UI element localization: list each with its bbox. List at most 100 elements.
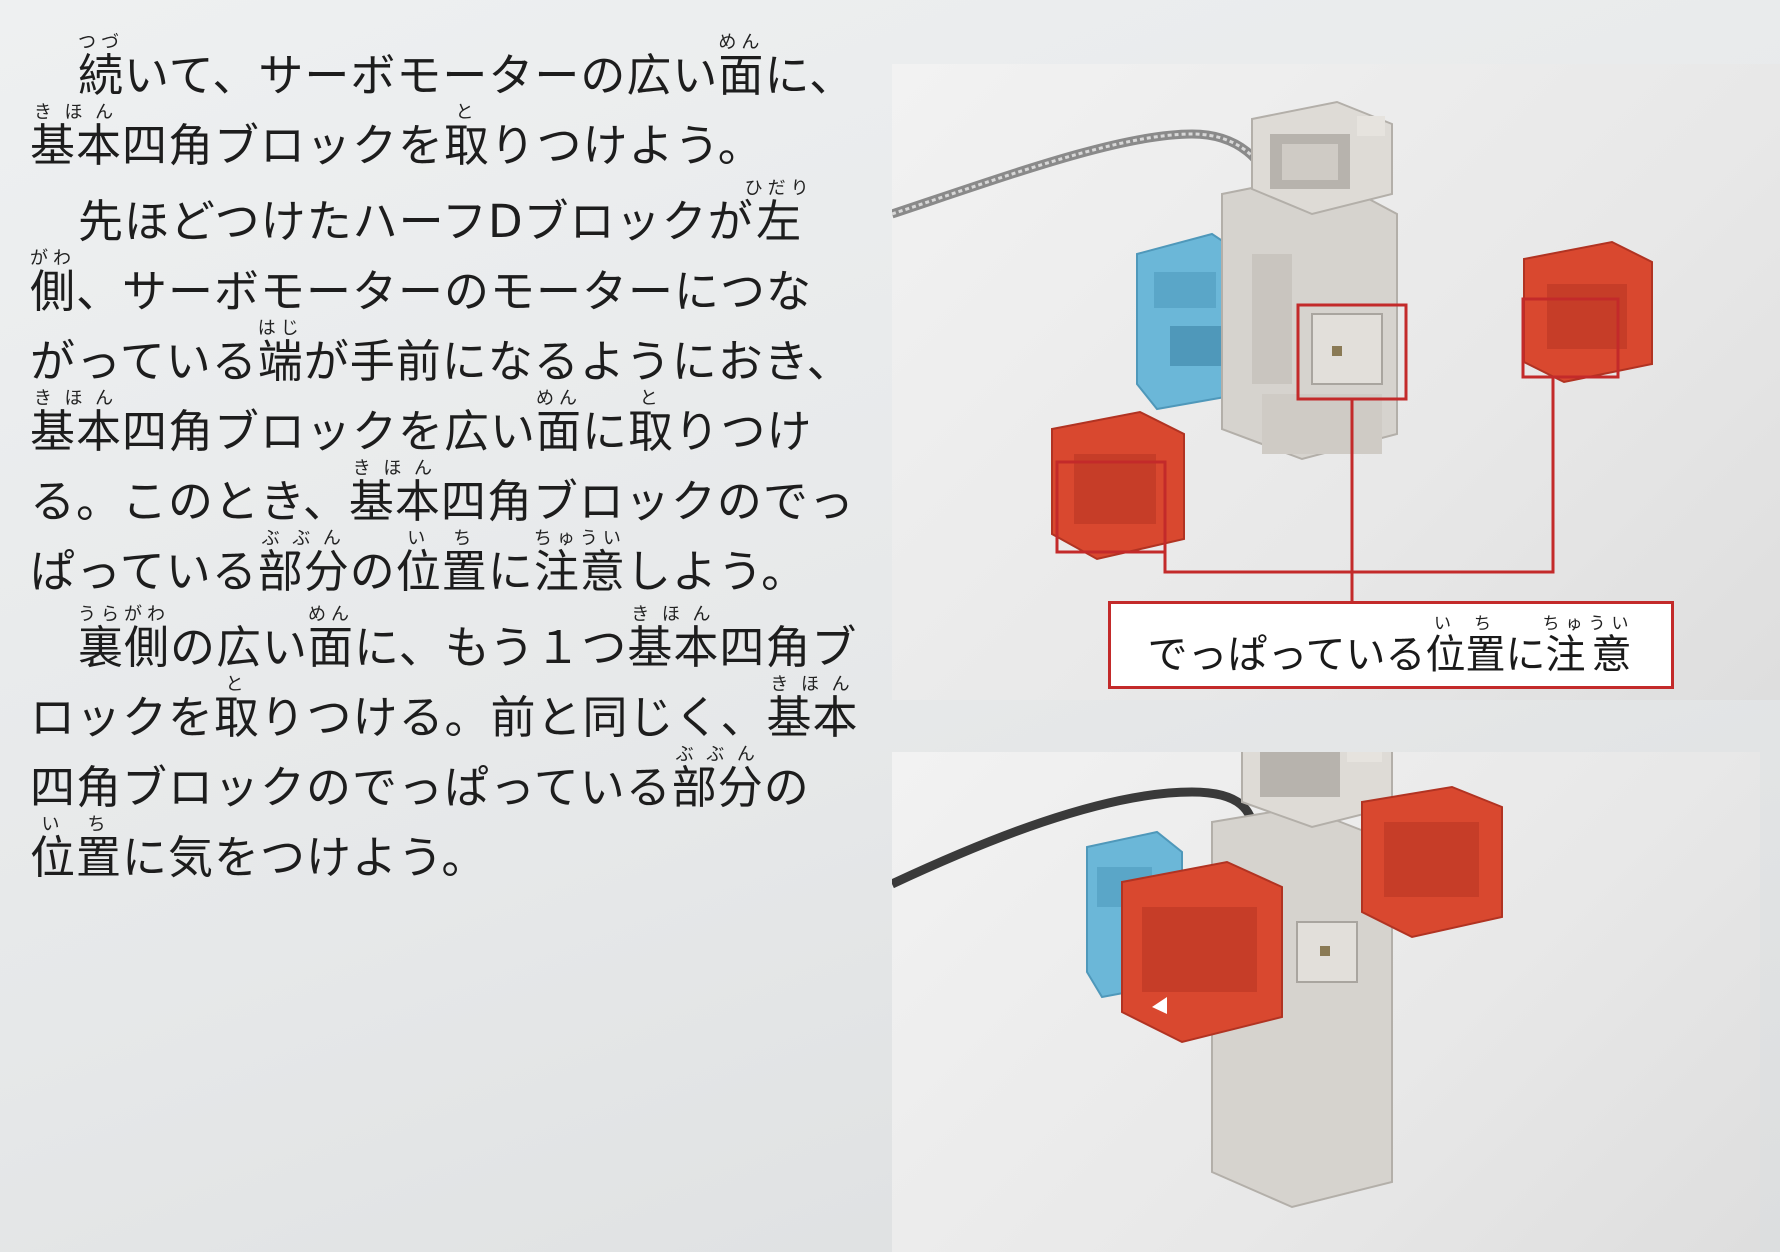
ruby-word: 面めん bbox=[308, 604, 355, 674]
text-line: 側がわ、サーボモーターのモーターにつな bbox=[30, 244, 850, 314]
furigana: きほん bbox=[766, 674, 859, 695]
furigana: きほん bbox=[30, 388, 122, 409]
text-line: 続つづいて、サーボモーターの広い面めんに、 bbox=[30, 28, 854, 98]
text-line: 先ほどつけたハーフDブロックが左ひだり bbox=[30, 174, 850, 244]
ruby-base: 取 bbox=[214, 691, 261, 744]
ruby-word: 取と bbox=[628, 388, 674, 458]
text-line: 位置いちに気をつけよう。 bbox=[30, 810, 850, 880]
furigana: いち bbox=[395, 528, 488, 549]
ruby-base: 面 bbox=[718, 49, 765, 102]
furigana: はじ bbox=[257, 318, 304, 339]
furigana: きほん bbox=[348, 458, 441, 479]
text-run: ロックを bbox=[30, 691, 215, 744]
text-line: ぱっている部分ぶぶんの位置いちに注意ちゅういしよう。 bbox=[30, 524, 850, 594]
ruby-base: 面 bbox=[536, 405, 583, 458]
furigana: と bbox=[444, 102, 491, 123]
ruby-base: 部分 bbox=[671, 761, 764, 814]
text-run: に bbox=[1505, 632, 1546, 678]
ruby-base: 側 bbox=[30, 265, 77, 318]
ruby-word: 位置いち bbox=[1425, 614, 1506, 678]
text-run: ぱっている bbox=[30, 545, 258, 598]
ruby-word: 部分ぶぶん bbox=[671, 744, 764, 814]
ruby-base: 取 bbox=[444, 119, 491, 172]
callout-text: でっぱっている位置いちに注意ちゅうい bbox=[1148, 614, 1635, 676]
text-run: 四角ブロックを広い bbox=[122, 405, 537, 458]
ruby-base: 面 bbox=[308, 621, 355, 674]
paragraph: 先ほどつけたハーフDブロックが左ひだり 側がわ、サーボモーターのモーターにつな がっ… bbox=[30, 174, 854, 594]
text-run: りつける。前と同じく、 bbox=[260, 691, 767, 744]
ruby-word: 側がわ bbox=[30, 248, 77, 318]
text-run: りつけ bbox=[674, 405, 813, 458]
ruby-word: 左ひだり bbox=[745, 178, 814, 248]
ruby-base: 基本 bbox=[766, 691, 859, 744]
text-line: 裏側うらがわの広い面めんに、もう１つ基本きほん四角ブ bbox=[30, 600, 856, 670]
ruby-base: 裏側 bbox=[78, 621, 171, 674]
ruby-word: 取と bbox=[214, 674, 261, 744]
text-line: 四角ブロックのでっぱっている部分ぶぶんの bbox=[30, 740, 850, 810]
furigana: と bbox=[628, 388, 675, 409]
text-line: がっている端はじが手前になるようにおき、 bbox=[30, 314, 852, 384]
furigana: ぶぶん bbox=[257, 528, 350, 549]
ruby-base: 注意 bbox=[1542, 632, 1635, 678]
ruby-base: 続 bbox=[78, 49, 125, 102]
ruby-word: 基本きほん bbox=[30, 388, 122, 458]
furigana: ひだり bbox=[744, 178, 814, 199]
text-run: いて、サーボモーターの広い bbox=[124, 49, 719, 102]
ruby-base: 左 bbox=[744, 195, 814, 248]
ruby-base: 基本 bbox=[627, 621, 720, 674]
text-run: に気をつけよう。 bbox=[122, 831, 488, 884]
text-run: の bbox=[349, 545, 396, 598]
ruby-word: 続つづ bbox=[78, 32, 125, 102]
text-run: でっぱっている bbox=[1147, 632, 1426, 678]
ruby-base: 注意 bbox=[533, 545, 626, 598]
ruby-word: 注意ちゅうい bbox=[533, 528, 626, 598]
furigana: きほん bbox=[30, 102, 122, 123]
text-run: が手前になるようにおき、 bbox=[303, 335, 853, 388]
ruby-word: 基本きほん bbox=[627, 604, 720, 674]
text-run: の広い bbox=[170, 621, 309, 674]
text-run: に、 bbox=[764, 49, 856, 102]
text-run: しよう。 bbox=[625, 545, 808, 598]
furigana: めん bbox=[536, 388, 583, 409]
photo-servo-assembled bbox=[892, 752, 1760, 1252]
furigana: いち bbox=[30, 814, 123, 835]
text-line: 基本きほん四角ブロックを広い面めんに取とりつけ bbox=[30, 384, 850, 454]
ruby-base: 基本 bbox=[348, 475, 441, 528]
text-run: 四角ブロックのでっ bbox=[440, 475, 855, 528]
ruby-word: 裏側うらがわ bbox=[78, 604, 171, 674]
furigana: ちゅうい bbox=[1542, 614, 1635, 634]
furigana: と bbox=[214, 674, 261, 695]
text-run: りつけよう。 bbox=[490, 119, 764, 172]
text-run: 四角ブロックのでっぱっている bbox=[30, 761, 672, 814]
ruby-word: 端はじ bbox=[257, 318, 304, 388]
text-run: の bbox=[763, 761, 810, 814]
text-line: る。このとき、基本きほん四角ブロックのでっ bbox=[30, 454, 854, 524]
ruby-base: 端 bbox=[257, 335, 304, 388]
furigana: がわ bbox=[30, 248, 77, 269]
text-line: 基本きほん四角ブロックを取とりつけよう。 bbox=[30, 98, 850, 168]
furigana: めん bbox=[718, 32, 765, 53]
ruby-base: 位置 bbox=[1425, 632, 1506, 678]
ruby-word: 取と bbox=[444, 102, 491, 172]
furigana: ちゅうい bbox=[533, 528, 626, 549]
ruby-word: 注意ちゅうい bbox=[1542, 614, 1635, 678]
ruby-word: 位置いち bbox=[396, 528, 488, 598]
ruby-word: 基本きほん bbox=[348, 458, 441, 528]
ruby-word: 部分ぶぶん bbox=[257, 528, 350, 598]
ruby-base: 部分 bbox=[257, 545, 350, 598]
ruby-word: 位置いち bbox=[30, 814, 122, 884]
text-run: に bbox=[582, 405, 629, 458]
text-run: に、もう１つ bbox=[354, 621, 628, 674]
servo-cable bbox=[892, 129, 1277, 219]
paragraph: 続つづいて、サーボモーターの広い面めんに、 基本きほん四角ブロックを取とりつけよう… bbox=[30, 28, 854, 168]
paragraph: 裏側うらがわの広い面めんに、もう１つ基本きほん四角ブ ロックを取とりつける。前と同… bbox=[30, 600, 857, 880]
furigana: めん bbox=[308, 604, 355, 625]
ruby-word: 面めん bbox=[718, 32, 765, 102]
ruby-word: 面めん bbox=[536, 388, 583, 458]
text-line: ロックを取とりつける。前と同じく、基本きほん bbox=[30, 670, 857, 740]
ruby-base: 基本 bbox=[30, 119, 123, 172]
photo-bottom-illustration bbox=[892, 752, 1503, 1209]
callout-box: でっぱっている位置いちに注意ちゅうい bbox=[1108, 601, 1674, 689]
text-run: 四角ブ bbox=[719, 621, 858, 674]
ruby-word: 基本きほん bbox=[30, 102, 123, 172]
